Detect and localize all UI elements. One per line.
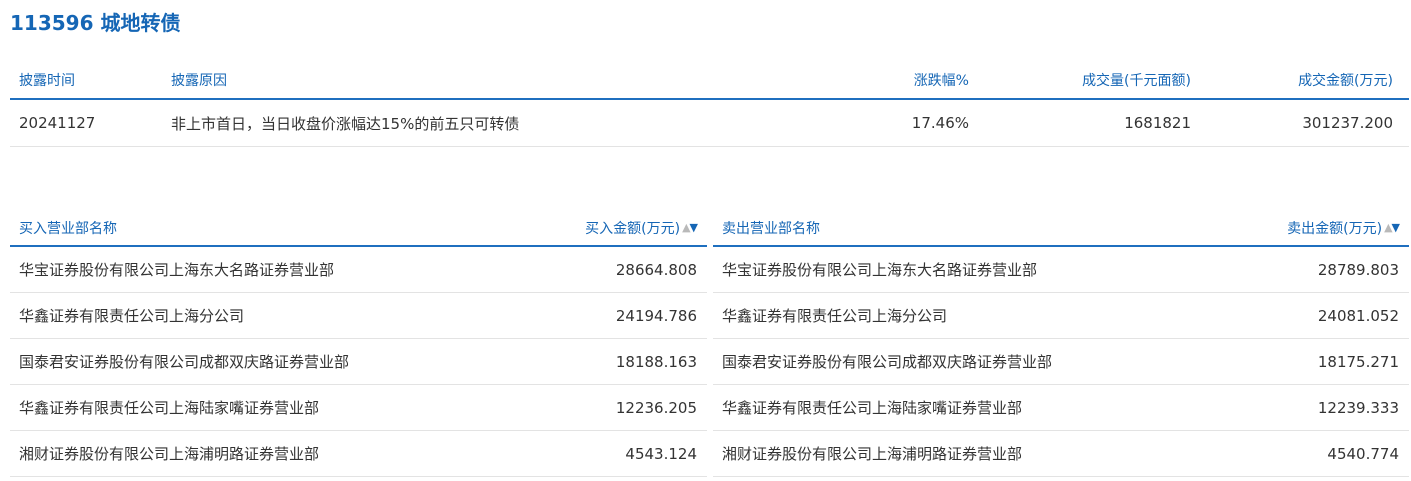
buy-branch-name: 华鑫证券有限责任公司上海分公司 <box>19 307 245 325</box>
buy-amount: 28664.808 <box>615 260 697 279</box>
buy-branch-name: 华宝证券股份有限公司上海东大名路证券营业部 <box>19 261 335 279</box>
buy-amount: 12236.205 <box>615 398 697 417</box>
disclosure-header-row: 披露时间 披露原因 涨跌幅% 成交量(千元面额) 成交金额(万元) <box>10 62 1409 100</box>
table-row: 华鑫证券有限责任公司上海陆家嘴证券营业部 12236.205 <box>10 385 707 431</box>
sort-down-icon[interactable]: ▼ <box>690 221 699 234</box>
header-reason: 披露原因 <box>171 73 227 89</box>
disclosure-table: 披露时间 披露原因 涨跌幅% 成交量(千元面额) 成交金额(万元) 202411… <box>10 62 1409 147</box>
sell-amount: 18175.271 <box>1317 352 1399 371</box>
disclosure-amount: 301237.200 <box>1302 114 1393 132</box>
table-row: 华鑫证券有限责任公司上海陆家嘴证券营业部 12239.333 <box>713 385 1409 431</box>
buy-branch-name: 湘财证券股份有限公司上海浦明路证券营业部 <box>19 445 320 463</box>
sort-down-icon[interactable]: ▼ <box>1392 221 1401 234</box>
sort-arrows-icon[interactable]: ▲▼ <box>1384 221 1401 234</box>
buy-branch-name: 华鑫证券有限责任公司上海陆家嘴证券营业部 <box>19 399 320 417</box>
table-row: 华鑫证券有限责任公司上海分公司 24081.052 <box>713 293 1409 339</box>
sort-up-icon[interactable]: ▲ <box>682 221 691 234</box>
sort-up-icon[interactable]: ▲ <box>1384 221 1393 234</box>
sell-header-name: 卖出营业部名称 <box>722 220 820 237</box>
header-change-pct: 涨跌幅% <box>913 73 969 89</box>
sell-branch-name: 国泰君安证券股份有限公司成都双庆路证券营业部 <box>722 353 1053 371</box>
sell-branch-name: 华鑫证券有限责任公司上海陆家嘴证券营业部 <box>722 399 1023 417</box>
buy-branch-name: 国泰君安证券股份有限公司成都双庆路证券营业部 <box>19 353 350 371</box>
table-row: 国泰君安证券股份有限公司成都双庆路证券营业部 18175.271 <box>713 339 1409 385</box>
buy-header-amount: 买入金额(万元) <box>585 220 681 237</box>
buy-amount-sort-button[interactable]: 买入金额(万元) ▲▼ <box>585 210 699 245</box>
table-row: 华宝证券股份有限公司上海东大名路证券营业部 28664.808 <box>10 247 707 293</box>
table-row: 国泰君安证券股份有限公司成都双庆路证券营业部 18188.163 <box>10 339 707 385</box>
sell-amount: 28789.803 <box>1317 260 1399 279</box>
sell-header-amount: 卖出金额(万元) <box>1287 220 1383 237</box>
disclosure-reason: 非上市首日，当日收盘价涨幅达15%的前五只可转债 <box>171 114 520 133</box>
header-volume: 成交量(千元面额) <box>1082 73 1191 89</box>
table-row: 湘财证券股份有限公司上海浦明路证券营业部 4540.774 <box>713 431 1409 477</box>
sell-amount: 24081.052 <box>1317 306 1399 325</box>
table-row: 20241127 非上市首日，当日收盘价涨幅达15%的前五只可转债 17.46%… <box>10 100 1409 147</box>
sell-amount: 12239.333 <box>1317 398 1399 417</box>
buy-header-name: 买入营业部名称 <box>19 220 117 237</box>
buy-amount: 4543.124 <box>625 444 697 463</box>
disclosure-volume: 1681821 <box>1124 114 1191 132</box>
table-row: 华鑫证券有限责任公司上海分公司 24194.786 <box>10 293 707 339</box>
buy-header-row: 买入营业部名称 买入金额(万元) ▲▼ <box>10 210 707 247</box>
sell-table: 卖出营业部名称 卖出金额(万元) ▲▼ 华宝证券股份有限公司上海东大名路证券营业… <box>713 210 1409 477</box>
buy-table: 买入营业部名称 买入金额(万元) ▲▼ 华宝证券股份有限公司上海东大名路证券营业… <box>10 210 707 477</box>
page-title: 113596 城地转债 <box>10 11 181 35</box>
buy-amount: 18188.163 <box>615 352 697 371</box>
header-amount: 成交金额(万元) <box>1298 73 1393 89</box>
sort-arrows-icon[interactable]: ▲▼ <box>682 221 699 234</box>
buy-amount: 24194.786 <box>615 306 697 325</box>
sell-branch-name: 湘财证券股份有限公司上海浦明路证券营业部 <box>722 445 1023 463</box>
sell-amount-sort-button[interactable]: 卖出金额(万元) ▲▼ <box>1287 210 1401 245</box>
table-row: 湘财证券股份有限公司上海浦明路证券营业部 4543.124 <box>10 431 707 477</box>
sell-amount: 4540.774 <box>1327 444 1399 463</box>
table-row: 华宝证券股份有限公司上海东大名路证券营业部 28789.803 <box>713 247 1409 293</box>
sell-header-row: 卖出营业部名称 卖出金额(万元) ▲▼ <box>713 210 1409 247</box>
sell-branch-name: 华鑫证券有限责任公司上海分公司 <box>722 307 948 325</box>
disclosure-change-pct: 17.46% <box>911 114 969 132</box>
sell-branch-name: 华宝证券股份有限公司上海东大名路证券营业部 <box>722 261 1038 279</box>
header-time: 披露时间 <box>19 73 75 89</box>
disclosure-time: 20241127 <box>19 114 96 132</box>
